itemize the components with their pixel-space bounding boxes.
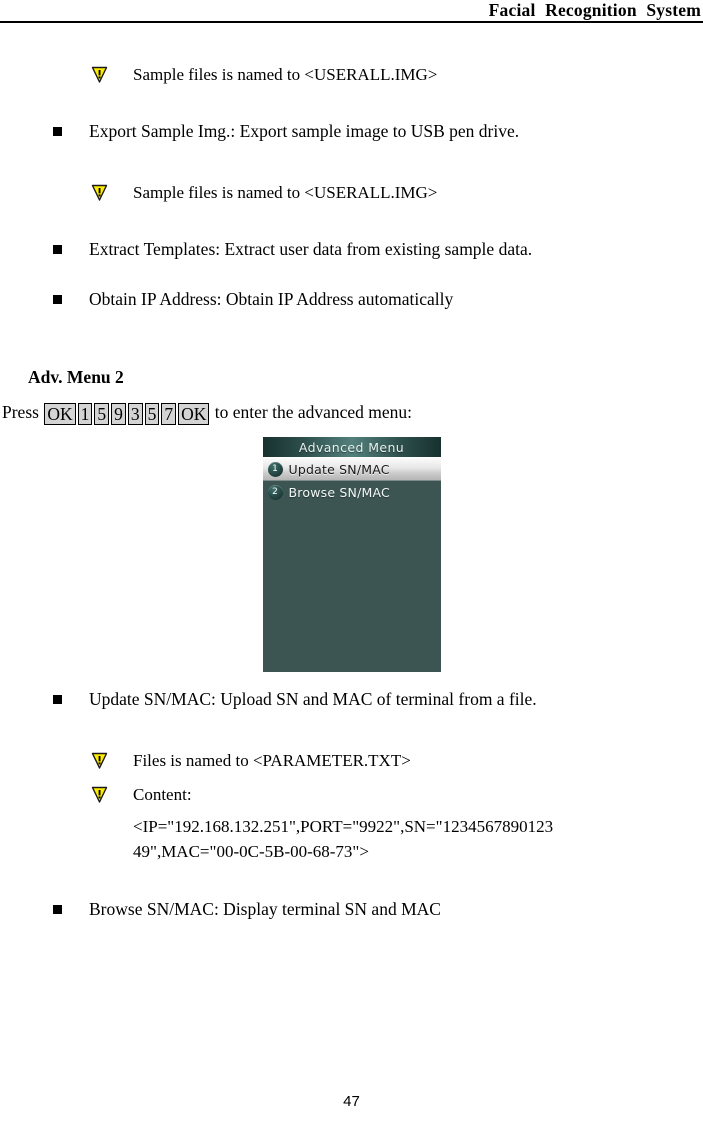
bullet-block: Obtain IP Address: Obtain IP Address aut…: [0, 288, 703, 310]
square-bullet-icon: [53, 127, 62, 136]
section-heading-block: Adv. Menu 2: [0, 366, 703, 388]
press-suffix-label: to enter the advanced menu:: [214, 402, 413, 422]
note-block: Files is named to <PARAMETER.TXT>: [0, 750, 703, 772]
bullet-text: Extract Templates: Extract user data fro…: [89, 239, 533, 259]
page-header: Facial Recognition System: [0, 0, 703, 24]
header-divider: [0, 21, 703, 23]
note-block: Sample files is named to <USERALL.IMG>: [0, 64, 703, 86]
menu-number-badge-1: 1: [267, 461, 283, 477]
square-bullet-icon: [53, 245, 62, 254]
device-screen: Advanced Menu 1 Update SN/MAC 2 Browse S…: [262, 437, 441, 672]
bullet-text: Update SN/MAC: Upload SN and MAC of term…: [89, 689, 537, 709]
keycap-7[interactable]: 7: [161, 403, 177, 425]
device-menu-item-browse-sn-mac[interactable]: 2 Browse SN/MAC: [263, 481, 441, 503]
page-title: Adv. Menu 2: [28, 367, 124, 387]
device-menu-label: Browse SN/MAC: [288, 484, 390, 500]
device-screenshot-figure: Advanced Menu 1 Update SN/MAC 2 Browse S…: [0, 437, 703, 672]
bullet-block: Update SN/MAC: Upload SN and MAC of term…: [0, 688, 703, 710]
device-menu-item-update-sn-mac[interactable]: 1 Update SN/MAC: [262, 457, 441, 481]
warning-triangle-icon: [91, 66, 108, 83]
note-block: Sample files is named to <USERALL.IMG>: [0, 182, 703, 204]
device-menu-label: Update SN/MAC: [288, 461, 390, 477]
keycap-ok-first[interactable]: OK: [44, 403, 76, 425]
bullet-block: Browse SN/MAC: Display terminal SN and M…: [0, 898, 703, 920]
content-string-block: 49",MAC="00-0C-5B-00-68-73">: [0, 839, 703, 864]
content-string-line-2: 49",MAC="00-0C-5B-00-68-73">: [133, 842, 369, 861]
bullet-text: Browse SN/MAC: Display terminal SN and M…: [89, 899, 441, 919]
page-number: 47: [343, 1093, 360, 1110]
press-prefix-label: Press: [2, 402, 39, 422]
header-title: Facial Recognition System: [488, 0, 701, 20]
bullet-block: Extract Templates: Extract user data fro…: [0, 238, 703, 260]
document-content: Sample files is named to <USERALL.IMG> E…: [0, 24, 703, 920]
menu-number-badge-2: 2: [267, 484, 283, 500]
keycap-3[interactable]: 3: [127, 403, 143, 425]
keycap-5-first[interactable]: 5: [94, 403, 110, 425]
square-bullet-icon: [53, 295, 62, 304]
key-sequence-block: Press OK 1 5 9 3 5 7 OK to enter the advanced m…: [0, 400, 703, 425]
device-titlebar: Advanced Menu: [262, 437, 441, 457]
note-block: Content:: [0, 784, 703, 806]
bullet-block: Export Sample Img.: Export sample image …: [0, 120, 703, 142]
content-string-block: <IP="192.168.132.251",PORT="9922",SN="12…: [0, 814, 703, 839]
bullet-text: Export Sample Img.: Export sample image …: [89, 121, 520, 141]
content-string-line-1: <IP="192.168.132.251",PORT="9922",SN="12…: [133, 817, 554, 836]
warning-triangle-icon: [91, 752, 108, 769]
keycap-5-second[interactable]: 5: [144, 403, 160, 425]
keycap-9[interactable]: 9: [111, 403, 126, 425]
keycap-1[interactable]: 1: [77, 403, 93, 425]
keycap-ok-last[interactable]: OK: [178, 403, 210, 425]
square-bullet-icon: [53, 695, 62, 704]
square-bullet-icon: [53, 905, 62, 914]
warning-triangle-icon: [91, 786, 108, 803]
device-title-text: Advanced Menu: [298, 439, 405, 455]
warning-triangle-icon: [91, 184, 108, 201]
key-sequence-line: Press OK 1 5 9 3 5 7 OK to enter the advanced m…: [0, 400, 703, 425]
bullet-text: Obtain IP Address: Obtain IP Address aut…: [89, 289, 454, 309]
